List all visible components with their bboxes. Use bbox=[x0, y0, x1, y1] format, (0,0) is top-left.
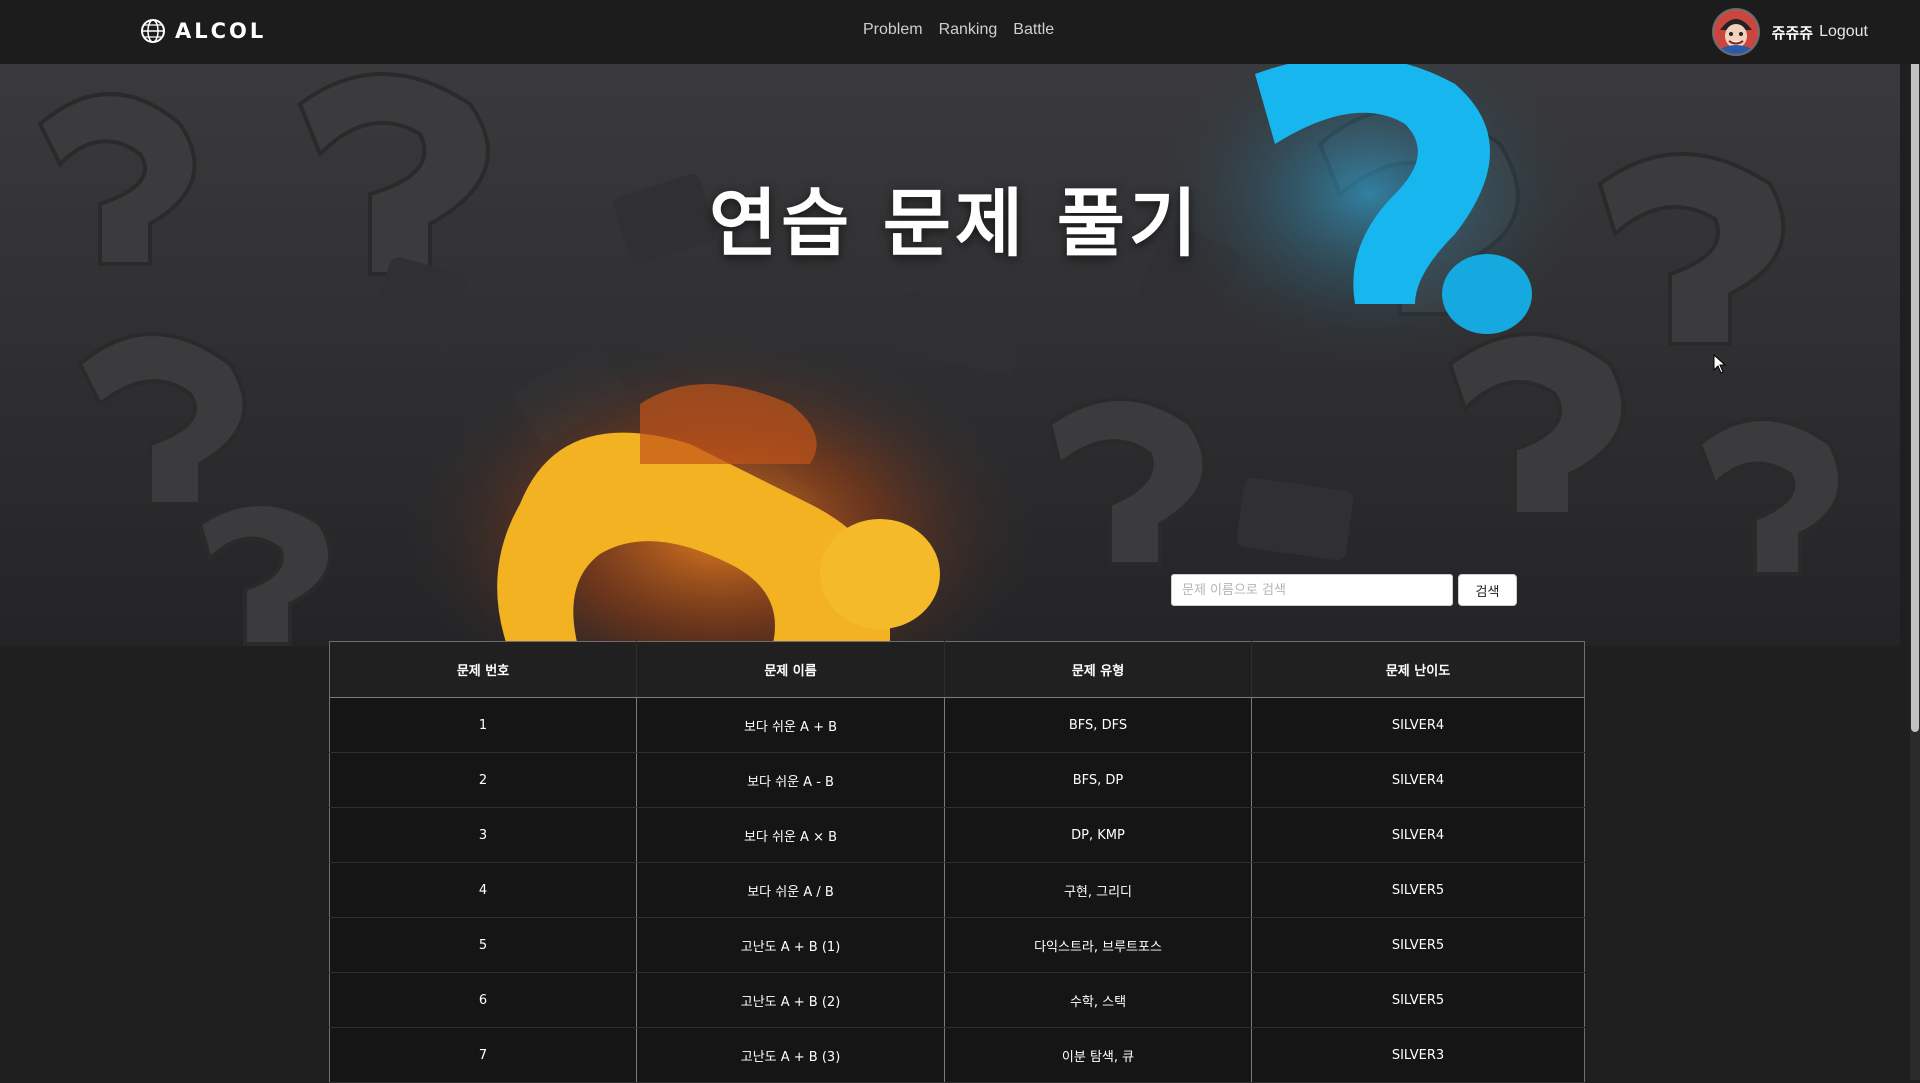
problem-number: 7 bbox=[329, 1027, 637, 1083]
column-header-difficulty: 문제 난이도 bbox=[1251, 641, 1585, 698]
problem-number: 3 bbox=[329, 807, 637, 863]
problem-type: 구현, 그리디 bbox=[944, 862, 1252, 918]
question-marks-background-image bbox=[0, 64, 1900, 646]
table-row[interactable]: 6 고난도 A + B (2) 수학, 스택 SILVER5 bbox=[329, 972, 1585, 1028]
problem-number: 4 bbox=[329, 862, 637, 918]
table-row[interactable]: 4 보다 쉬운 A / B 구현, 그리디 SILVER5 bbox=[329, 862, 1585, 918]
nav-link-ranking[interactable]: Ranking bbox=[939, 21, 998, 39]
problem-type: 수학, 스택 bbox=[944, 972, 1252, 1028]
problem-name[interactable]: 고난도 A + B (2) bbox=[636, 972, 945, 1028]
problem-difficulty: SILVER5 bbox=[1251, 917, 1585, 973]
table-row[interactable]: 3 보다 쉬운 A × B DP, KMP SILVER4 bbox=[329, 807, 1585, 863]
nav-link-problem[interactable]: Problem bbox=[863, 21, 923, 39]
page-scrollbar[interactable] bbox=[1910, 0, 1920, 1080]
problem-difficulty: SILVER4 bbox=[1251, 752, 1585, 808]
problem-number: 2 bbox=[329, 752, 637, 808]
problem-type: 다익스트라, 브루트포스 bbox=[944, 917, 1252, 973]
table-row[interactable]: 5 고난도 A + B (1) 다익스트라, 브루트포스 SILVER5 bbox=[329, 917, 1585, 973]
problem-type: BFS, DFS bbox=[944, 697, 1252, 753]
search-input[interactable] bbox=[1171, 574, 1453, 606]
mouse-pointer-icon bbox=[1713, 354, 1727, 374]
problem-type: 이분 탐색, 큐 bbox=[944, 1027, 1252, 1083]
problem-type: BFS, DP bbox=[944, 752, 1252, 808]
problem-name[interactable]: 보다 쉬운 A + B bbox=[636, 697, 945, 753]
problem-difficulty: SILVER5 bbox=[1251, 972, 1585, 1028]
problem-table: 문제 번호 문제 이름 문제 유형 문제 난이도 1 보다 쉬운 A + B B… bbox=[329, 641, 1585, 1083]
user-area: 쥬쥬쥬 Logout bbox=[1711, 8, 1868, 56]
nav-link-battle[interactable]: Battle bbox=[1013, 21, 1054, 39]
problem-difficulty: SILVER4 bbox=[1251, 697, 1585, 753]
problem-difficulty: SILVER3 bbox=[1251, 1027, 1585, 1083]
problem-name[interactable]: 보다 쉬운 A - B bbox=[636, 752, 945, 808]
table-row[interactable]: 2 보다 쉬운 A - B BFS, DP SILVER4 bbox=[329, 752, 1585, 808]
globe-logo-icon bbox=[141, 19, 165, 43]
column-header-name: 문제 이름 bbox=[636, 641, 945, 698]
search-button[interactable]: 검색 bbox=[1458, 574, 1517, 606]
problem-name[interactable]: 고난도 A + B (3) bbox=[636, 1027, 945, 1083]
problem-number: 1 bbox=[329, 697, 637, 753]
hero-banner: 연습 문제 풀기 검색 bbox=[0, 64, 1900, 646]
scrollbar-thumb[interactable] bbox=[1911, 4, 1919, 732]
search-bar: 검색 bbox=[1171, 574, 1517, 606]
logo-text: ALCOL bbox=[175, 19, 267, 43]
problem-name[interactable]: 보다 쉬운 A × B bbox=[636, 807, 945, 863]
table-row[interactable]: 1 보다 쉬운 A + B BFS, DFS SILVER4 bbox=[329, 697, 1585, 753]
nav-links: Problem Ranking Battle bbox=[863, 21, 1054, 39]
problem-number: 6 bbox=[329, 972, 637, 1028]
problem-number: 5 bbox=[329, 917, 637, 973]
problem-name[interactable]: 고난도 A + B (1) bbox=[636, 917, 945, 973]
page-title: 연습 문제 풀기 bbox=[708, 181, 1201, 267]
problem-name[interactable]: 보다 쉬운 A / B bbox=[636, 862, 945, 918]
alcol-logo[interactable]: ALCOL bbox=[139, 16, 266, 46]
avatar[interactable] bbox=[1711, 8, 1760, 56]
avatar-image bbox=[1713, 10, 1758, 54]
column-header-number: 문제 번호 bbox=[329, 641, 637, 698]
problem-type: DP, KMP bbox=[944, 807, 1252, 863]
top-navbar: ALCOL Problem Ranking Battle 쥬쥬쥬 Logout bbox=[0, 0, 1920, 64]
username[interactable]: 쥬쥬쥬 bbox=[1772, 22, 1813, 43]
table-row[interactable]: 7 고난도 A + B (3) 이분 탐색, 큐 SILVER3 bbox=[329, 1027, 1585, 1083]
logout-link[interactable]: Logout bbox=[1819, 23, 1868, 41]
problem-difficulty: SILVER4 bbox=[1251, 807, 1585, 863]
column-header-type: 문제 유형 bbox=[944, 641, 1252, 698]
problem-difficulty: SILVER5 bbox=[1251, 862, 1585, 918]
table-header-row: 문제 번호 문제 이름 문제 유형 문제 난이도 bbox=[329, 641, 1585, 698]
